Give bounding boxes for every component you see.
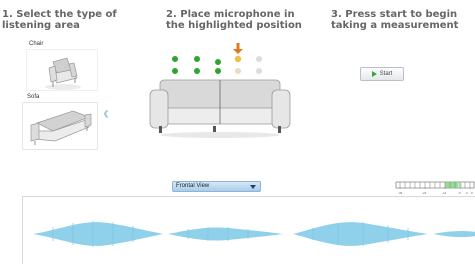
step-1-title: 1. Select the type of listening area (2, 9, 117, 31)
mic-position (194, 56, 200, 62)
mic-position (215, 68, 221, 74)
sofa-icon (30, 110, 92, 145)
dropdown-arrow-icon (250, 185, 256, 189)
sofa-label: Sofa (27, 94, 40, 100)
view-dropdown-value: Frontal View (176, 183, 210, 189)
waveform (33, 221, 475, 247)
sofa-option[interactable] (22, 102, 98, 150)
mic-position-markers (172, 55, 262, 74)
chair-label: Chair (29, 41, 44, 47)
chair-option[interactable] (26, 49, 98, 91)
meter-tick-label: -3 (465, 191, 468, 195)
meter-tick-label: -6 (458, 191, 461, 195)
mic-position (194, 68, 200, 74)
view-dropdown[interactable]: Frontal View (172, 181, 261, 192)
meter-tick-label: -12 (442, 191, 447, 195)
chair-icon (45, 57, 81, 90)
waveform-panel (22, 196, 475, 264)
mic-position (215, 59, 221, 65)
chevron-left-icon[interactable]: ‹ (103, 103, 109, 124)
start-button[interactable]: Start (360, 67, 404, 81)
mic-position-highlighted (234, 55, 242, 63)
mic-position (172, 68, 178, 74)
play-icon (371, 71, 377, 77)
level-meter: -36 -24 -12 -6 -3 0 (395, 180, 475, 196)
mic-position (172, 56, 178, 62)
mic-position (235, 68, 241, 74)
mic-position (256, 56, 262, 62)
start-button-label: Start (379, 71, 393, 77)
step-2-title: 2. Place microphone in the highlighted p… (166, 9, 302, 31)
down-arrow-icon (233, 43, 243, 54)
meter-tick-label: -24 (422, 191, 427, 195)
step-3-title: 3. Press start to begin taking a measure… (331, 9, 459, 31)
meter-tick-label: -36 (398, 191, 403, 195)
mic-position (256, 68, 262, 74)
meter-tick-label: 0 (471, 191, 473, 195)
sofa-diagram (145, 40, 300, 140)
